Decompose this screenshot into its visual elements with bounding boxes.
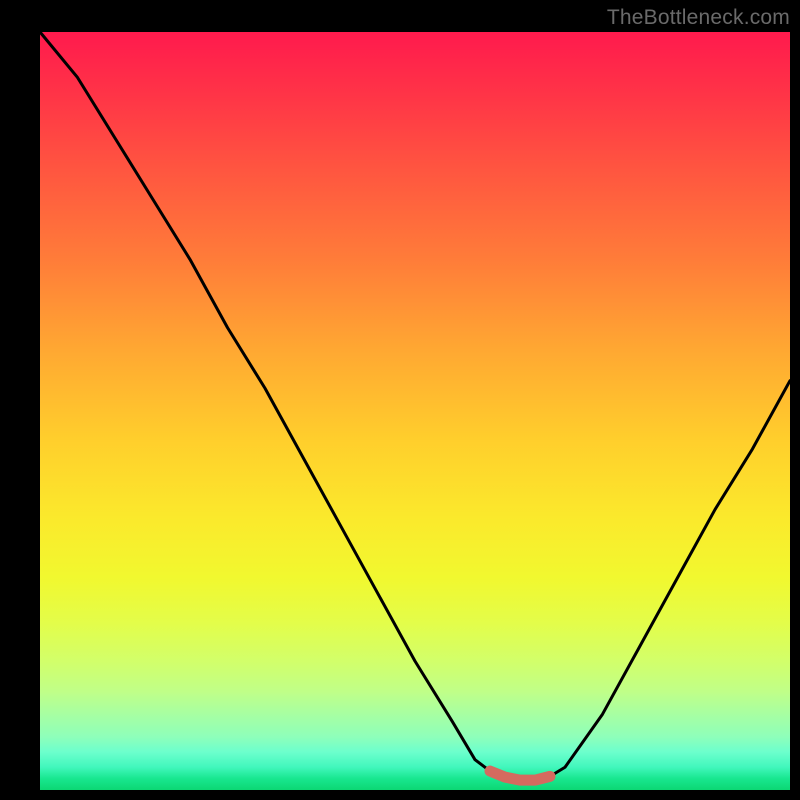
bottleneck-curve (40, 32, 790, 780)
curve-svg (40, 32, 790, 790)
chart-frame: TheBottleneck.com (0, 0, 800, 800)
watermark-text: TheBottleneck.com (607, 6, 790, 30)
plot-area (40, 32, 790, 790)
optimal-region-marker (490, 771, 550, 780)
